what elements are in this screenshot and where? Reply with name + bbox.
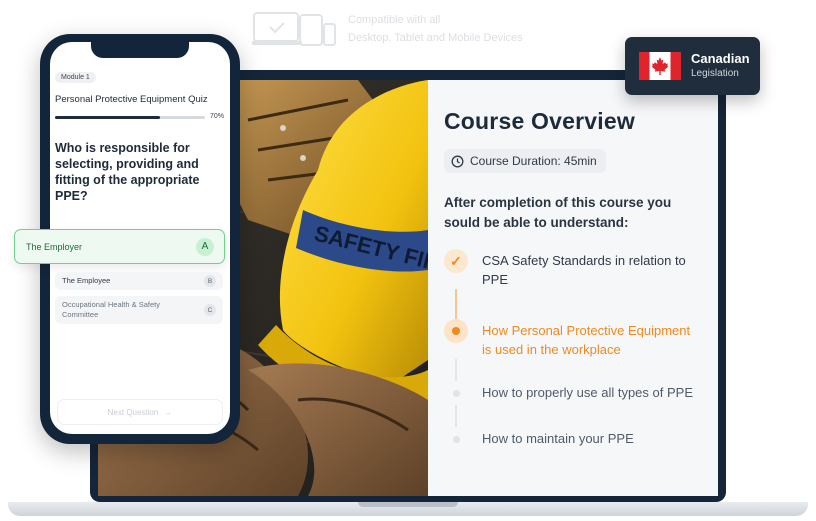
course-overview-panel: Course Overview Course Duration: 45min A… — [428, 80, 718, 496]
answer-option-b[interactable]: The Employee B — [55, 272, 223, 290]
phone-notch — [91, 40, 189, 58]
quiz-progress-label: 70% — [210, 113, 225, 120]
quiz-progress-bar — [55, 116, 205, 119]
next-question-label: Next Question — [107, 407, 159, 417]
answer-text: The Employer — [26, 241, 83, 252]
promo-stage: Compatible with all Desktop, Tablet and … — [0, 0, 816, 521]
answer-text: The Employee — [62, 276, 111, 285]
answer-text: Occupational Health & Safety Committee — [62, 300, 160, 319]
step-connector — [455, 405, 457, 427]
course-title: Course Overview — [444, 108, 635, 134]
badge-subtitle: Legislation — [691, 68, 739, 79]
course-step-label: How Personal Protective Equipment is use… — [482, 323, 691, 357]
answer-key: B — [204, 275, 216, 287]
course-step-label: How to maintain your PPE — [482, 431, 634, 446]
answer-key: C — [204, 304, 216, 316]
step-connector — [455, 359, 457, 381]
course-duration: Course Duration: 45min — [444, 149, 606, 173]
devices-banner: Compatible with all Desktop, Tablet and … — [252, 10, 523, 48]
course-duration-text: Course Duration: 45min — [470, 154, 597, 168]
course-steps: ✓ CSA Safety Standards in relation to PP… — [444, 249, 702, 451]
arrow-right-icon: → — [164, 407, 173, 417]
quiz-question: Who is responsible for selecting, provid… — [55, 141, 200, 203]
canada-flag-icon — [639, 52, 681, 80]
quiz-title: Personal Protective Equipment Quiz — [55, 94, 208, 105]
check-icon: ✓ — [444, 249, 468, 273]
current-step-icon — [444, 319, 468, 343]
course-step-2[interactable]: How Personal Protective Equipment is use… — [444, 319, 702, 359]
legislation-badge: Canadian Legislation — [625, 37, 760, 95]
devices-line-2: Desktop, Tablet and Mobile Devices — [348, 32, 523, 44]
course-step-4[interactable]: How to maintain your PPE — [444, 427, 702, 451]
answer-option-a[interactable]: The Employer A — [14, 229, 225, 264]
course-subtitle: After completion of this course you soul… — [444, 195, 672, 230]
pending-step-icon — [444, 427, 468, 451]
course-step-label: How to properly use all types of PPE — [482, 385, 693, 400]
devices-icon — [252, 12, 336, 46]
answer-key: A — [196, 237, 214, 256]
course-step-1[interactable]: ✓ CSA Safety Standards in relation to PP… — [444, 249, 702, 289]
next-question-button[interactable]: Next Question → — [57, 399, 223, 425]
devices-line-1: Compatible with all — [348, 14, 441, 26]
answer-option-c[interactable]: Occupational Health & Safety Committee C — [55, 296, 223, 324]
course-step-label: CSA Safety Standards in relation to PPE — [482, 253, 686, 287]
module-tag: Module 1 — [55, 72, 96, 83]
pending-step-icon — [444, 381, 468, 405]
course-step-3[interactable]: How to properly use all types of PPE — [444, 381, 702, 405]
badge-title: Canadian — [691, 51, 750, 66]
quiz-progress-fill — [55, 116, 160, 119]
laptop-notch — [358, 502, 458, 507]
clock-icon — [451, 155, 464, 167]
step-connector — [455, 289, 457, 319]
